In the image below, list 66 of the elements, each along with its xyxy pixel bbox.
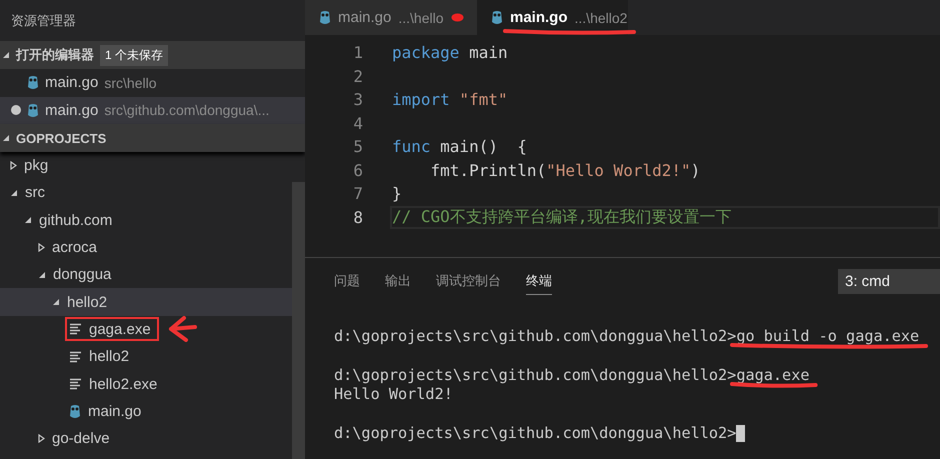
tab-file-name: main.go [510,9,568,26]
file-name: gaga.exe [89,320,151,338]
file-name: main.go [88,402,142,420]
folder-row[interactable]: src [0,179,292,207]
folder-row[interactable]: hello2 [0,288,292,316]
line-number: 3 [352,90,363,110]
folder-name: pkg [24,157,48,174]
line-number: 4 [352,114,363,133]
folder-name: go-delve [52,430,110,448]
terminal-prompt: d:\goprojects\src\github.com\donggua\hello2> [334,326,736,345]
panel-tab[interactable]: 终端 [526,268,552,295]
folder-name: acroca [52,239,98,256]
folder-row[interactable]: go-delve [0,424,292,452]
tab-file-name: main.go [338,9,392,26]
code-line: // CGO不支持跨平台编译,现在我们要设置一下 [392,206,732,228]
file-name: hello2.exe [89,376,158,393]
line-number: 8 [352,208,363,227]
folder-row[interactable]: github.com [0,206,292,234]
folder-row[interactable]: acroca [0,234,292,262]
code-line: func main() { [392,137,527,156]
line-number: 7 [352,184,363,204]
panel-tab[interactable]: 调试控制台 [436,268,501,294]
editor-tab[interactable]: main.go ...\hello [305,0,477,35]
sidebar-title: 资源管理器 [10,12,77,30]
section-header[interactable]: 打开的编辑器 1 个未保存 [0,41,305,69]
code-line: } [392,184,402,204]
terminal-select[interactable]: 3: cmd [838,268,940,294]
tab-path: ...\hello [398,10,444,26]
open-editor-item[interactable]: main.go src\hello [0,69,305,96]
terminal-command: gaga.exe [736,366,810,384]
line-number: 6 [352,160,363,180]
line-number: 2 [352,66,363,86]
unsaved-count: 1 个未保存 [100,44,168,66]
code-line: package main [392,43,508,62]
file-path: src\github.com\donggua\... [104,102,270,118]
terminal-output: Hello World2! [334,385,453,404]
section-title: 打开的编辑器 [16,46,94,64]
code-editor[interactable]: 1 package main 2 3 import "fmt" 4 5 func main() { 6 fmt.Println("Hello World2!") 7 } 8 // CGO不支持跨平台编译,现在我们要设置一下 [305,35,940,257]
terminal-prompt: d:\goprojects\src\github.com\donggua\hello2> [334,366,736,384]
folder-name: src [25,184,45,202]
file-row[interactable]: main.go [65,399,150,424]
folder-name: donggua [53,266,112,284]
line-number: 5 [352,137,363,156]
file-row[interactable]: hello2 [65,344,138,369]
open-editor-item[interactable]: main.go src\github.com\donggua\... [0,96,305,124]
terminal-command: go build -o gaga.exe [736,326,920,345]
file-row[interactable]: hello2.exe [65,372,166,396]
line-number: 1 [352,43,363,62]
file-path: src\hello [104,74,157,91]
folder-row[interactable]: donggua [0,261,292,288]
terminal[interactable]: d:\goprojects\src\github.com\donggua\hello2>go build -o gaga.exe d:\goprojects\src\github.com\donggua\hello2>gaga.exe Hello World2! d:\goprojects\src\github.com\donggua\hello2> [305,304,940,443]
folder-name: hello2 [67,294,108,311]
folder-name: github.com [39,212,112,229]
panel-tab[interactable]: 输出 [385,268,411,294]
file-name: main.go [45,102,98,119]
folder-row[interactable]: pkg [0,152,292,180]
section-title: GOPROJECTS [16,130,106,146]
highlight-box[interactable]: gaga.exe [65,317,159,342]
panel-tab[interactable]: 问题 [334,268,360,294]
tab-path: ...\hello2 [574,10,628,26]
code-line: import "fmt" [392,90,508,110]
file-name: main.go [45,74,98,92]
terminal-prompt: d:\goprojects\src\github.com\donggua\hello2> [334,424,736,442]
section-header[interactable]: GOPROJECTS [0,124,305,152]
file-name: hello2 [89,348,130,366]
code-line: fmt.Println("Hello World2!") [430,160,700,180]
